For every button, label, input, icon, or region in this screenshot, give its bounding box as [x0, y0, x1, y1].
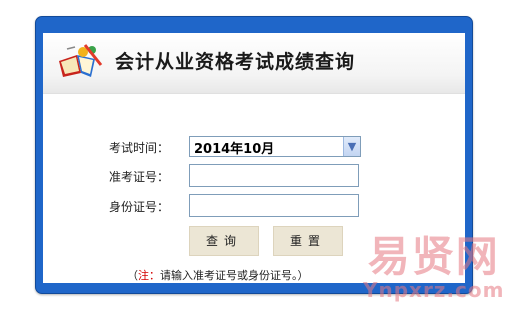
reset-button[interactable]: 重置	[273, 226, 343, 256]
query-button[interactable]: 查询	[189, 226, 259, 256]
note-highlight: 注：	[138, 269, 160, 282]
form-note: （注：请输入准考证号或身份证号。）	[127, 267, 309, 283]
ticket-number-input[interactable]	[189, 164, 359, 187]
ticket-label: 准考证号：	[108, 170, 169, 184]
exam-time-select[interactable]: 2014年10月 ▼	[189, 136, 361, 157]
ticket-row: 准考证号：	[43, 163, 465, 187]
id-label: 身份证号：	[108, 200, 169, 214]
note-prefix: （	[127, 269, 138, 282]
site-watermark: 易贤网 Ynpxrz.com	[363, 232, 505, 302]
panel-header: 会计从业资格考试成绩查询	[43, 33, 465, 94]
watermark-url: Ynpxrz.com	[363, 278, 505, 302]
id-number-input[interactable]	[189, 194, 359, 217]
id-row: 身份证号：	[43, 193, 465, 217]
exam-time-row: 考试时间： 2014年10月 ▼	[43, 135, 465, 159]
page-title: 会计从业资格考试成绩查询	[115, 51, 356, 73]
exam-time-value: 2014年10月	[194, 142, 275, 157]
watermark-brand: 易贤网	[367, 232, 500, 281]
chevron-down-icon[interactable]: ▼	[343, 137, 360, 156]
book-pencil-icon	[59, 44, 103, 77]
exam-time-label: 考试时间：	[108, 141, 169, 155]
note-text: 请输入准考证号或身份证号。）	[160, 269, 309, 282]
